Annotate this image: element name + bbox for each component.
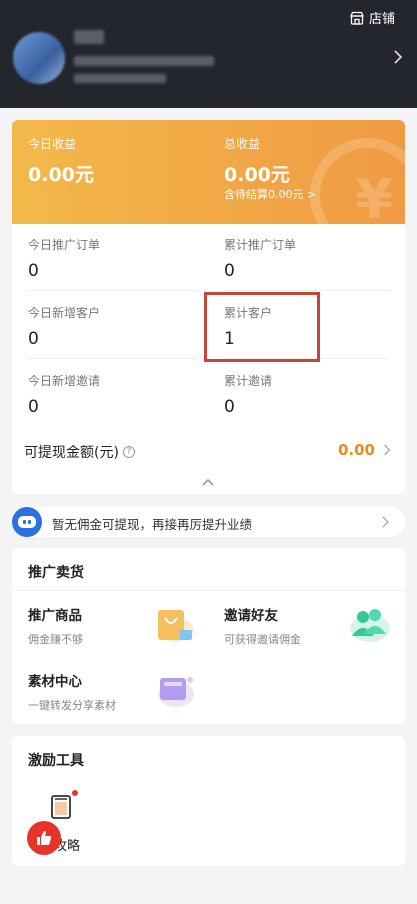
stat-label: 今日推广订单 xyxy=(28,238,101,252)
store-link[interactable]: 店铺 xyxy=(349,8,395,27)
total-earnings-label: 总收益 xyxy=(224,137,261,151)
chevron-right-icon[interactable] xyxy=(393,50,403,64)
stat-total-orders[interactable]: 累计推广订单 0 xyxy=(224,236,394,281)
help-icon[interactable]: ? xyxy=(122,446,135,458)
incentive-title: 激励工具 xyxy=(28,753,84,769)
divider xyxy=(224,290,390,291)
tip-bar[interactable]: 暂无佣金可提现，再接再厉提升业绩 xyxy=(12,507,405,537)
tip-text: 暂无佣金可提现，再接再厉提升业绩 xyxy=(52,517,253,532)
stat-value: 0 xyxy=(28,397,39,417)
robot-icon xyxy=(12,507,42,537)
nickname-blurred xyxy=(74,30,104,44)
divider xyxy=(28,290,198,291)
floating-like-button[interactable] xyxy=(27,821,61,855)
promo-title: 推广卖货 xyxy=(28,565,84,581)
stat-value: 0 xyxy=(224,261,235,281)
stat-label: 累计推广订单 xyxy=(224,238,297,252)
withdrawable-value: 0.00 xyxy=(337,441,375,459)
robot-eye xyxy=(28,520,31,524)
highlight-box xyxy=(204,292,320,362)
feature-title: 邀请好友 xyxy=(224,608,278,624)
friends-icon xyxy=(350,609,390,642)
promo-section: 推广卖货 推广商品 佣金赚不够 邀请好友 可获得邀请佣金 素材中心 一键转发分享… xyxy=(12,548,405,724)
withdrawable-label: 可提现金额(元) xyxy=(24,445,119,461)
today-earnings-value: 0.00元 xyxy=(28,164,94,186)
material-icon xyxy=(158,677,194,707)
incentive-section: 激励工具 攻略 xyxy=(12,736,405,866)
feature-subtitle: 可获得邀请佣金 xyxy=(224,633,301,646)
store-label: 店铺 xyxy=(368,12,395,27)
total-earnings-value: 0.00元 xyxy=(224,164,290,186)
avatar[interactable] xyxy=(13,32,65,84)
chevron-right-icon xyxy=(384,444,391,456)
notification-dot xyxy=(72,790,78,796)
store-icon xyxy=(349,11,364,25)
pending-settlement-link[interactable]: 含待结算0.00元 > xyxy=(224,186,316,202)
feature-subtitle: 一键转发分享素材 xyxy=(28,699,116,712)
account-meta-blurred xyxy=(74,74,166,83)
promo-item-products[interactable]: 推广商品 佣金赚不够 xyxy=(28,604,83,647)
yen-icon: ¥ xyxy=(355,168,393,224)
chevron-up-icon[interactable] xyxy=(202,478,214,486)
stat-value: 0 xyxy=(28,329,39,349)
account-info-blurred xyxy=(74,56,214,66)
earnings-card: ¥ 今日收益 0.00元 总收益 0.00元 含待结算0.00元 > xyxy=(12,120,405,224)
divider xyxy=(12,590,405,591)
stat-label: 今日新增客户 xyxy=(28,306,101,320)
feature-title: 素材中心 xyxy=(28,674,82,690)
stat-today-orders[interactable]: 今日推广订单 0 xyxy=(28,236,198,281)
stat-value: 0 xyxy=(28,261,39,281)
thumbs-up-icon xyxy=(37,831,52,845)
stat-today-new-invites[interactable]: 今日新增邀请 0 xyxy=(28,372,198,417)
divider xyxy=(28,358,198,359)
feature-title: 推广商品 xyxy=(28,608,82,624)
stat-label: 今日新增邀请 xyxy=(28,374,101,388)
today-earnings-label: 今日收益 xyxy=(28,137,77,151)
stat-value: 0 xyxy=(224,397,235,417)
stat-today-new-customers[interactable]: 今日新增客户 0 xyxy=(28,304,198,349)
guide-icon[interactable] xyxy=(50,794,72,820)
promo-item-materials[interactable]: 素材中心 一键转发分享素材 xyxy=(28,670,116,713)
withdrawable-label-group: 可提现金额(元) ? xyxy=(24,442,135,462)
promo-item-invite[interactable]: 邀请好友 可获得邀请佣金 xyxy=(224,604,301,647)
feature-subtitle: 佣金赚不够 xyxy=(28,633,83,646)
robot-eye xyxy=(23,520,26,524)
chevron-right-icon xyxy=(382,516,389,528)
stat-label: 累计邀请 xyxy=(224,374,273,388)
profile-header[interactable]: 店铺 xyxy=(0,0,417,108)
stat-total-invites[interactable]: 累计邀请 0 xyxy=(224,372,394,417)
shopping-bag-icon xyxy=(158,610,194,642)
